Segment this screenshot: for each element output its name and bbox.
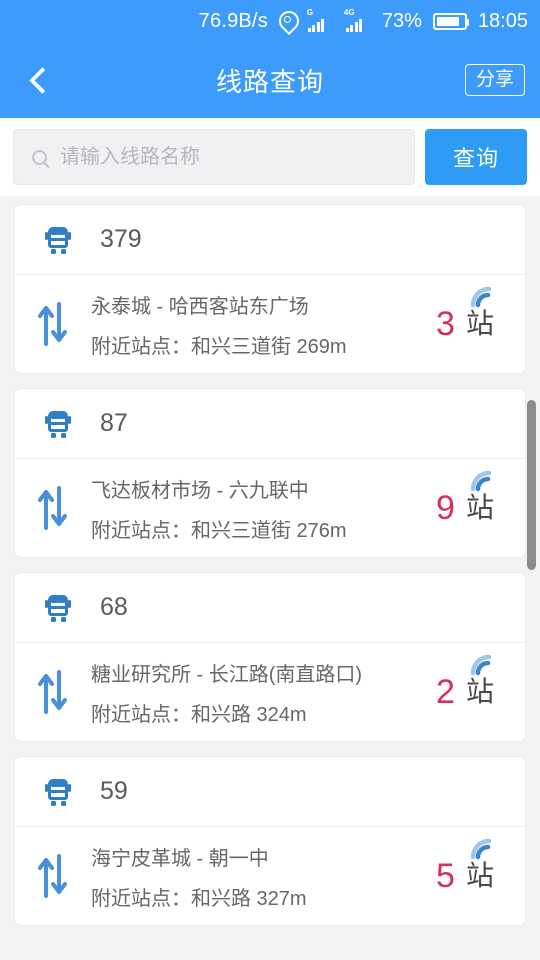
bus-icon (45, 227, 71, 253)
stop-count-unit: 站 (466, 860, 494, 891)
signal-wave-icon (467, 469, 497, 493)
route-number: 87 (100, 409, 128, 438)
signal-2-label: 4G (344, 9, 355, 17)
stop-count: 9 站 (405, 491, 525, 525)
page-title: 线路查询 (0, 62, 540, 99)
route-name: 海宁皮革城 - 朝一中 (91, 842, 401, 871)
nearby-stop: 附近站点：和兴路 324m (91, 698, 401, 727)
route-card-body[interactable]: 糖业研究所 - 长江路(南直路口) 附近站点：和兴路 324m 2 站 (15, 643, 525, 741)
bus-icon (45, 779, 71, 805)
nearby-stop: 附近站点：和兴三道街 269m (91, 330, 401, 359)
route-card-header[interactable]: 59 (15, 757, 525, 827)
route-card[interactable]: 87 飞达板材市场 - 六九联中 附近站点：和兴三道街 276m 9 (14, 388, 526, 558)
stop-count-number: 3 (436, 307, 455, 341)
route-card-body[interactable]: 海宁皮革城 - 朝一中 附近站点：和兴路 327m 5 站 (15, 827, 525, 925)
route-card-header[interactable]: 87 (15, 389, 525, 459)
network-speed: 76.9B/s (199, 10, 268, 33)
stop-count-unit: 站 (466, 676, 494, 707)
route-card[interactable]: 68 糖业研究所 - 长江路(南直路口) 附近站点：和兴路 324m 2 (14, 572, 526, 742)
direction-swap-icon[interactable] (15, 300, 91, 348)
route-card-header[interactable]: 379 (15, 205, 525, 275)
route-card[interactable]: 59 海宁皮革城 - 朝一中 附近站点：和兴路 327m 5 (14, 756, 526, 926)
stop-count-number: 2 (436, 675, 455, 709)
nearby-stop: 附近站点：和兴三道街 276m (91, 514, 401, 543)
route-number: 379 (100, 225, 142, 254)
direction-swap-icon[interactable] (15, 484, 91, 532)
battery-percent: 73% (382, 10, 422, 33)
battery-icon (433, 13, 467, 30)
bus-icon (45, 595, 71, 621)
location-pin-icon (279, 11, 295, 32)
search-box[interactable] (13, 129, 415, 185)
app-root: 76.9B/s G 4G 73% 18:05 线路查询 分享 查询 (0, 0, 540, 960)
signal-bars-icon-1: G (306, 10, 333, 32)
stop-count-unit: 站 (466, 308, 494, 339)
route-card[interactable]: 379 永泰城 - 哈西客站东广场 附近站点：和兴三道街 269m 3 (14, 204, 526, 374)
status-bar: 76.9B/s G 4G 73% 18:05 (0, 0, 540, 42)
route-name: 飞达板材市场 - 六九联中 (91, 474, 401, 503)
stop-count-number: 5 (436, 859, 455, 893)
route-name: 糖业研究所 - 长江路(南直路口) (91, 658, 401, 687)
stop-count-unit: 站 (466, 492, 494, 523)
route-card-body[interactable]: 飞达板材市场 - 六九联中 附近站点：和兴三道街 276m 9 站 (15, 459, 525, 557)
signal-wave-icon (467, 653, 497, 677)
route-name: 永泰城 - 哈西客站东广场 (91, 290, 401, 319)
route-details: 糖业研究所 - 长江路(南直路口) 附近站点：和兴路 324m (91, 658, 405, 727)
route-details: 永泰城 - 哈西客站东广场 附近站点：和兴三道街 269m (91, 290, 405, 359)
route-list[interactable]: 379 永泰城 - 哈西客站东广场 附近站点：和兴三道街 269m 3 (0, 196, 540, 960)
direction-swap-icon[interactable] (15, 852, 91, 900)
query-button[interactable]: 查询 (425, 129, 527, 185)
signal-wave-icon (467, 837, 497, 861)
share-button[interactable]: 分享 (465, 64, 525, 96)
search-input[interactable] (60, 146, 414, 169)
clock: 18:05 (478, 10, 528, 33)
stop-count-number: 9 (436, 491, 455, 525)
search-icon (32, 150, 47, 165)
scrollbar-thumb[interactable] (527, 400, 536, 570)
signal-wave-icon (467, 285, 497, 309)
route-details: 飞达板材市场 - 六九联中 附近站点：和兴三道街 276m (91, 474, 405, 543)
route-number: 59 (100, 777, 128, 806)
search-bar: 查询 (0, 118, 540, 196)
route-details: 海宁皮革城 - 朝一中 附近站点：和兴路 327m (91, 842, 405, 911)
route-card-header[interactable]: 68 (15, 573, 525, 643)
bus-icon (45, 411, 71, 437)
stop-count: 2 站 (405, 675, 525, 709)
app-header: 线路查询 分享 (0, 42, 540, 118)
stop-count: 3 站 (405, 307, 525, 341)
stop-count: 5 站 (405, 859, 525, 893)
signal-1-label: G (307, 9, 313, 17)
route-number: 68 (100, 593, 128, 622)
nearby-stop: 附近站点：和兴路 327m (91, 882, 401, 911)
signal-bars-icon-2: 4G (344, 10, 371, 32)
direction-swap-icon[interactable] (15, 668, 91, 716)
route-card-body[interactable]: 永泰城 - 哈西客站东广场 附近站点：和兴三道街 269m 3 站 (15, 275, 525, 373)
